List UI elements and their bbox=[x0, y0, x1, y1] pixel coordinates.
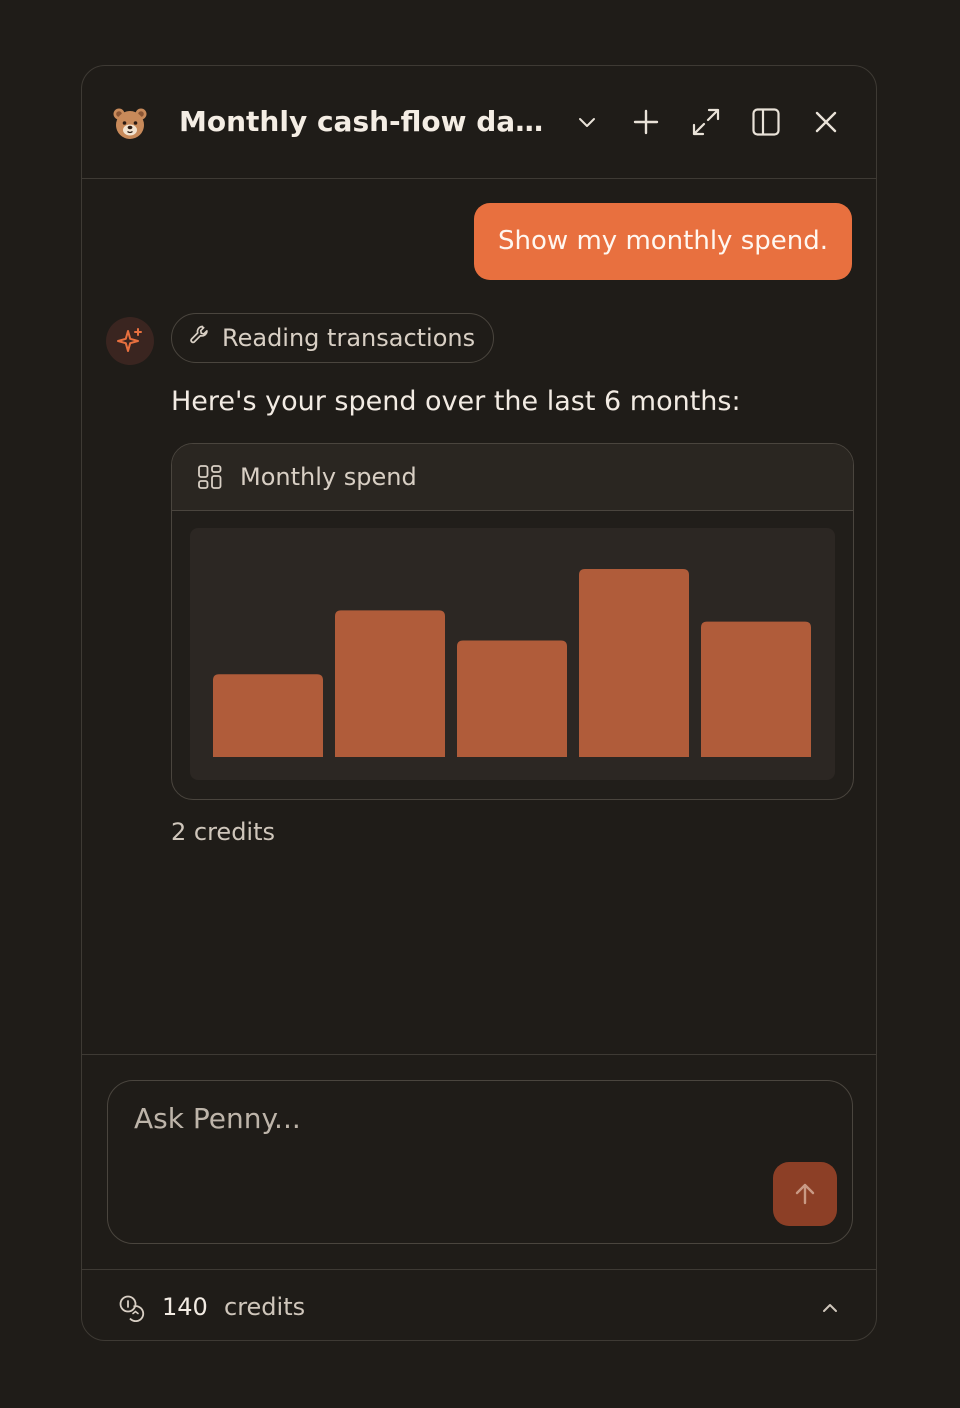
chat-panel: Monthly cash-flow dashboard Show my mont… bbox=[81, 65, 877, 1341]
wrench-icon bbox=[188, 323, 212, 353]
assistant-sparkle-icon bbox=[106, 317, 154, 365]
chart-bar bbox=[579, 569, 689, 757]
credits-label: credits bbox=[224, 1293, 306, 1321]
bar-chart-svg bbox=[213, 569, 811, 757]
close-icon[interactable] bbox=[808, 104, 844, 140]
plus-icon[interactable] bbox=[628, 104, 664, 140]
chart-widget-card: Monthly spend bbox=[171, 443, 854, 800]
credits-footer[interactable]: 140 credits bbox=[82, 1269, 876, 1340]
arrow-up-icon bbox=[795, 1183, 815, 1205]
send-button[interactable] bbox=[773, 1162, 837, 1226]
user-message-bubble: Show my monthly spend. bbox=[474, 203, 852, 280]
dashboard-grid-icon bbox=[196, 463, 224, 495]
composer-divider bbox=[82, 1054, 876, 1055]
bar-chart bbox=[190, 528, 835, 780]
message-input[interactable] bbox=[132, 1101, 736, 1136]
composer-box bbox=[107, 1080, 853, 1244]
message-credits-used: 2 credits bbox=[171, 818, 276, 846]
chart-bar bbox=[457, 640, 567, 757]
panel-header: Monthly cash-flow dashboard bbox=[82, 66, 876, 179]
coins-icon bbox=[118, 1294, 146, 1326]
tool-chip-label: Reading transactions bbox=[222, 324, 476, 352]
assistant-message-text: Here's your spend over the last 6 months… bbox=[171, 386, 741, 417]
conversation-title[interactable]: Monthly cash-flow dashboard bbox=[179, 102, 551, 142]
credits-balance: 140 bbox=[162, 1293, 208, 1321]
chevron-up-icon[interactable] bbox=[816, 1294, 844, 1322]
chart-bar bbox=[701, 621, 811, 757]
tool-status-chip[interactable]: Reading transactions bbox=[171, 313, 495, 363]
chart-bar bbox=[335, 610, 445, 757]
chart-widget-title: Monthly spend bbox=[240, 463, 417, 491]
chart-widget-header: Monthly spend bbox=[172, 444, 853, 511]
chevron-down-icon[interactable] bbox=[569, 104, 605, 140]
bear-logo-icon bbox=[112, 106, 148, 142]
expand-icon[interactable] bbox=[688, 104, 724, 140]
chart-bar bbox=[213, 674, 323, 757]
sidebar-panel-icon[interactable] bbox=[748, 104, 784, 140]
